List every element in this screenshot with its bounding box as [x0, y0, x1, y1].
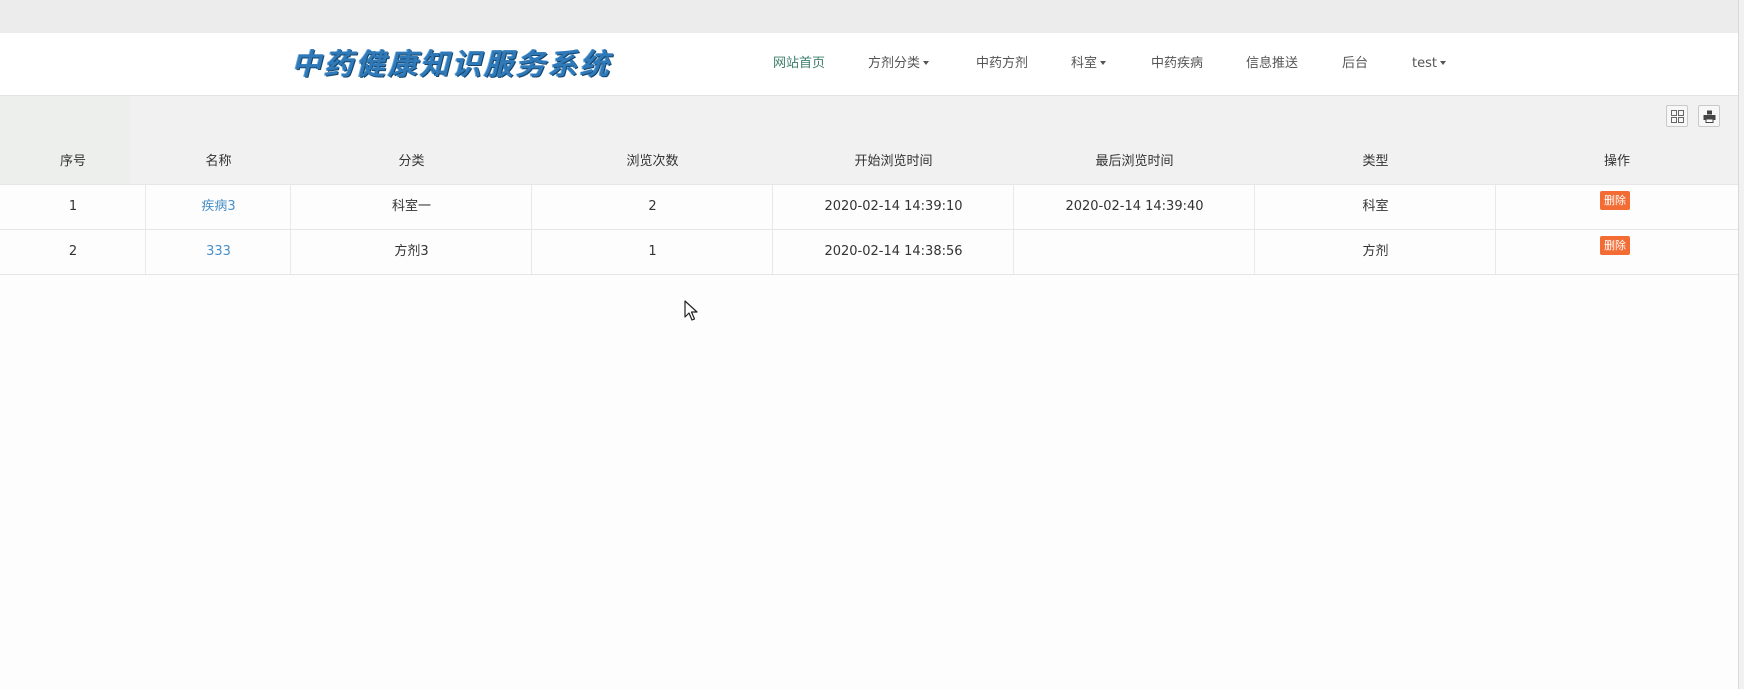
column-header[interactable]: 类型 [1255, 148, 1496, 184]
column-header[interactable]: 名称 [146, 148, 291, 184]
caret-down-icon [923, 60, 930, 65]
site-logo[interactable]: 中药健康知识服务系统 [292, 41, 612, 87]
delete-button[interactable]: 删除 [1600, 236, 1630, 255]
browser-top-strip [0, 0, 1744, 33]
nav-item-info-push[interactable]: 信息推送 [1246, 33, 1298, 95]
cell-name-link[interactable]: 疾病3 [146, 185, 291, 229]
caret-down-icon [1439, 60, 1446, 65]
nav-item-label: 中药疾病 [1151, 56, 1204, 71]
top-navbar: 中药健康知识服务系统 网站首页 方剂分类 中药方剂 科室 中药疾病 信息推送 后… [0, 33, 1738, 96]
nav-item-tcm-formula[interactable]: 中药方剂 [976, 33, 1028, 95]
cell-name-link[interactable]: 333 [146, 230, 291, 274]
nav-item-department[interactable]: 科室 [1071, 33, 1107, 95]
table-header: 序号 名称 分类 浏览次数 开始浏览时间 最后浏览时间 类型 操作 [0, 148, 1738, 184]
column-header[interactable]: 序号 [0, 148, 146, 184]
delete-button[interactable]: 删除 [1600, 191, 1630, 210]
nav-item-label: 中药方剂 [976, 56, 1029, 71]
cell-start-time: 2020-02-14 14:38:56 [824, 244, 963, 259]
nav-item-label: 方剂分类 [868, 56, 921, 71]
cell-category: 方剂3 [394, 244, 429, 259]
columns-icon [1671, 110, 1684, 123]
nav-item-tcm-disease[interactable]: 中药疾病 [1151, 33, 1203, 95]
cell-type: 科室 [1362, 199, 1389, 214]
nav-item-label: test [1412, 56, 1437, 71]
nav-item-admin[interactable]: 后台 [1342, 33, 1368, 95]
cell-start-time: 2020-02-14 14:39:10 [824, 199, 963, 214]
nav-item-user-test[interactable]: test [1412, 33, 1446, 95]
column-header[interactable]: 最后浏览时间 [1014, 148, 1255, 184]
nav-item-label: 信息推送 [1246, 56, 1299, 71]
cell-index: 1 [68, 199, 78, 214]
window-right-edge [1738, 0, 1744, 689]
column-header[interactable]: 开始浏览时间 [773, 148, 1014, 184]
column-header[interactable]: 浏览次数 [532, 148, 773, 184]
mouse-cursor-icon [684, 300, 698, 321]
table-row: 1 疾病3 科室一 2 2020-02-14 14:39:10 2020-02-… [0, 184, 1738, 229]
table-row: 2 333 方剂3 1 2020-02-14 14:38:56 方剂 删除 [0, 229, 1738, 275]
nav-item-home[interactable]: 网站首页 [773, 33, 825, 95]
columns-toggle-button[interactable] [1666, 105, 1688, 127]
cell-type: 方剂 [1362, 244, 1389, 259]
nav-item-formula-category[interactable]: 方剂分类 [868, 33, 930, 95]
cell-views: 1 [648, 244, 657, 259]
nav-item-label: 网站首页 [773, 56, 826, 71]
cell-category: 科室一 [391, 199, 431, 214]
print-button[interactable] [1698, 105, 1720, 127]
column-header[interactable]: 分类 [291, 148, 532, 184]
cell-views: 2 [648, 199, 657, 214]
cell-last-time: 2020-02-14 14:39:40 [1065, 199, 1204, 214]
cell-index: 2 [68, 244, 78, 259]
nav-item-label: 后台 [1342, 56, 1369, 71]
print-icon [1703, 110, 1716, 123]
caret-down-icon [1100, 60, 1107, 65]
nav-item-label: 科室 [1071, 56, 1098, 71]
column-header[interactable]: 操作 [1496, 148, 1738, 184]
cell-last-time [1014, 230, 1255, 274]
